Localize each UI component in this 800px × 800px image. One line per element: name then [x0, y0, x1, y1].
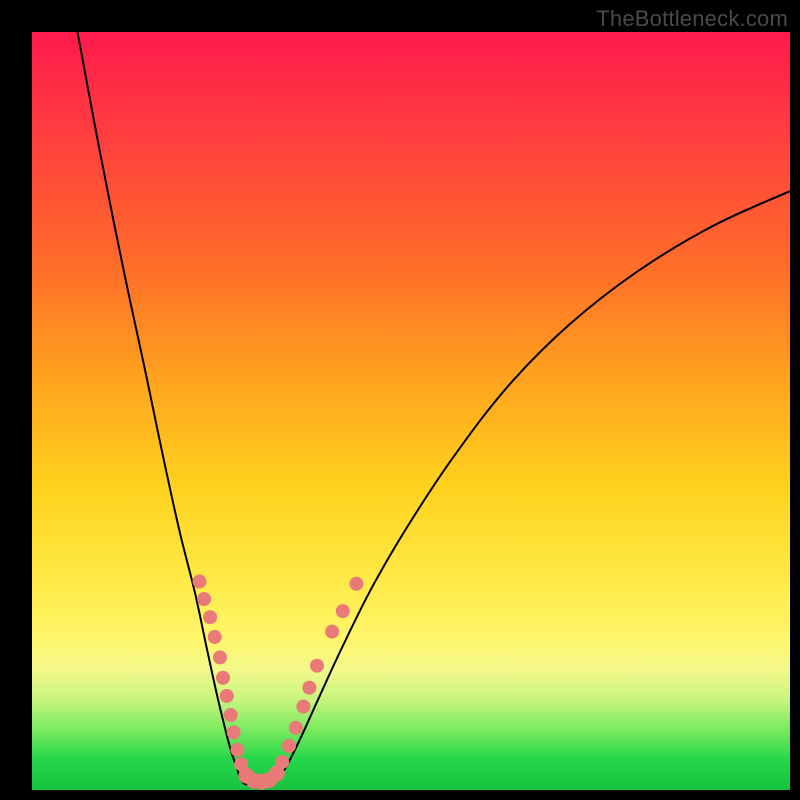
- data-marker: [193, 575, 207, 589]
- data-marker: [224, 708, 238, 722]
- data-marker: [197, 592, 211, 606]
- left-branch-line: [78, 32, 245, 784]
- chart-svg: [0, 0, 800, 800]
- data-marker: [349, 577, 363, 591]
- data-marker: [230, 743, 244, 757]
- outer-frame: TheBottleneck.com: [0, 0, 800, 800]
- data-marker: [203, 610, 217, 624]
- data-marker: [336, 604, 350, 618]
- data-marker: [325, 625, 339, 639]
- data-marker: [227, 725, 241, 739]
- data-marker: [289, 721, 303, 735]
- right-branch-line: [275, 191, 790, 783]
- data-marker: [310, 659, 324, 673]
- data-marker: [213, 650, 227, 664]
- data-marker: [282, 739, 296, 753]
- data-marker: [302, 681, 316, 695]
- data-marker: [216, 671, 230, 685]
- data-marker: [220, 689, 234, 703]
- data-marker: [275, 755, 289, 769]
- data-marker: [208, 630, 222, 644]
- marker-group: [193, 575, 364, 790]
- data-marker: [296, 700, 310, 714]
